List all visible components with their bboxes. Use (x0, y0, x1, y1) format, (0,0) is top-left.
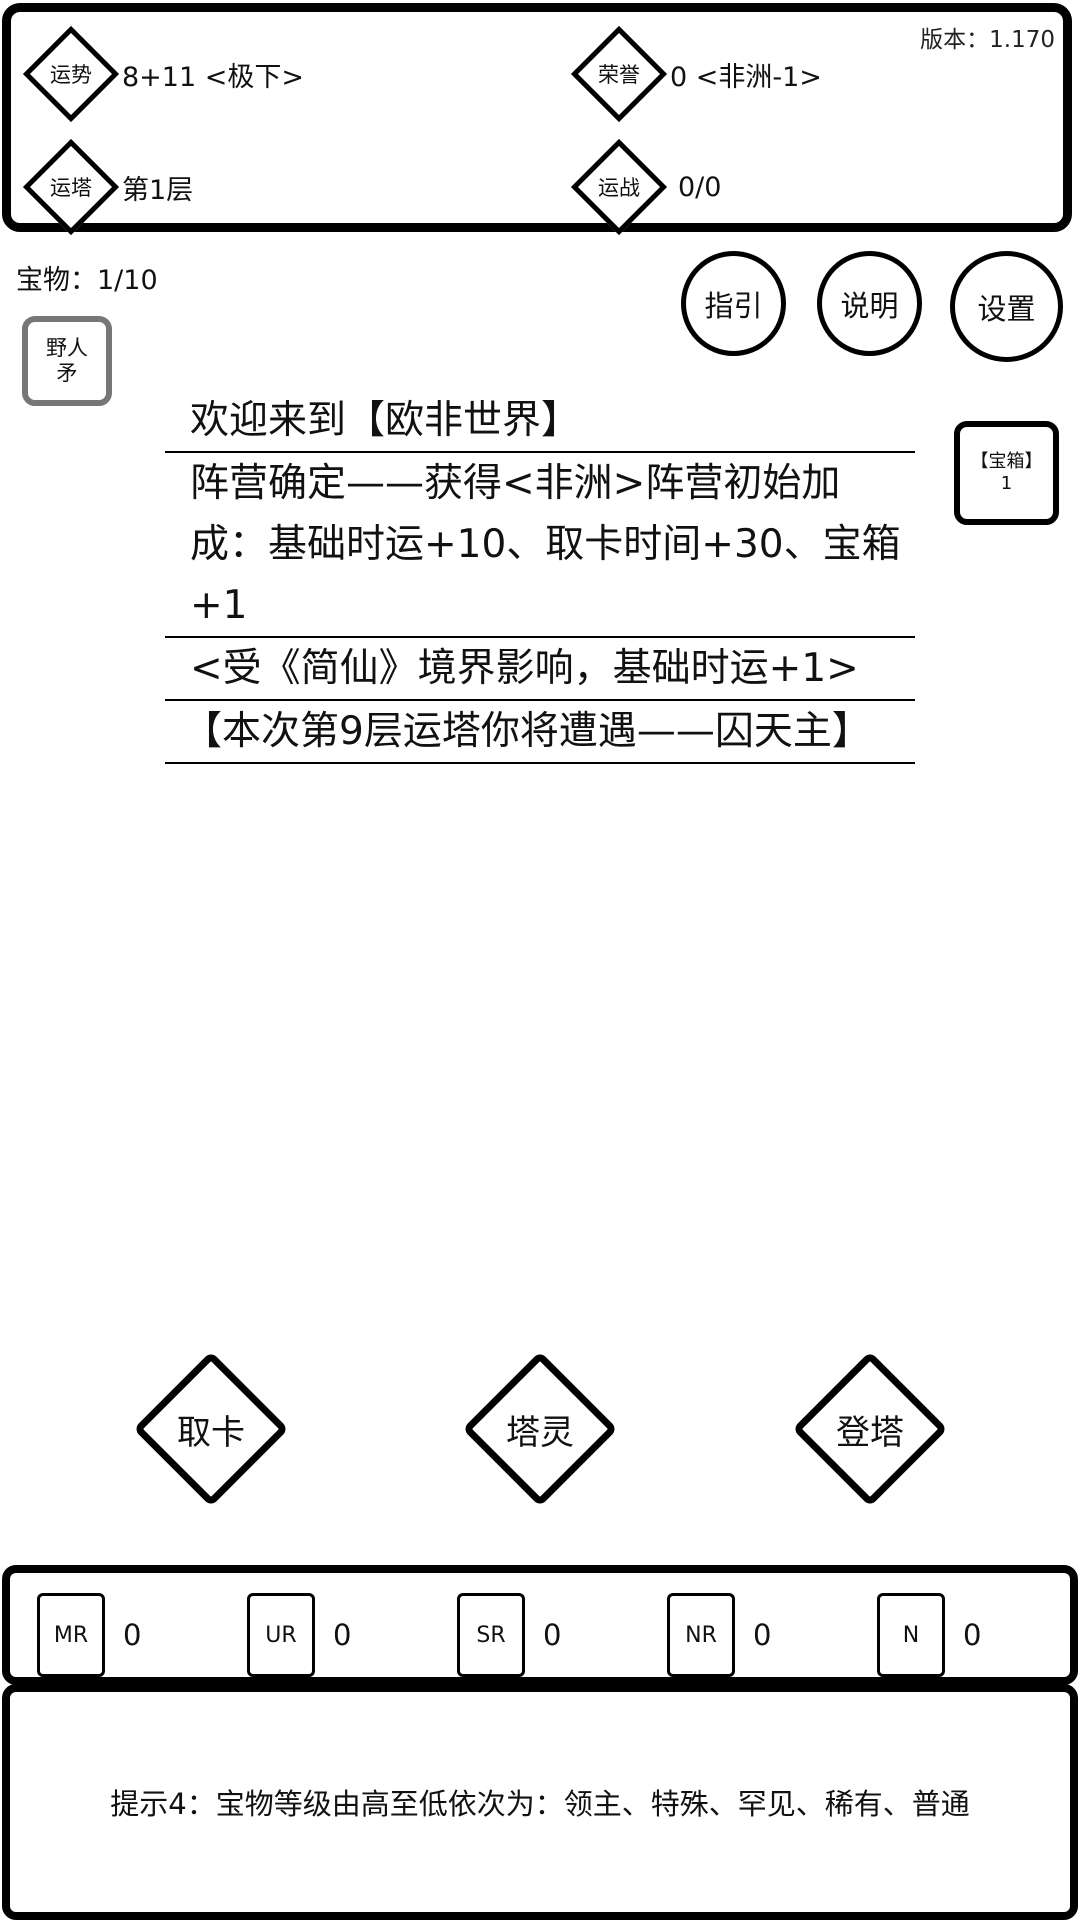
card-sr[interactable]: SR 0 (457, 1593, 561, 1677)
rarity-badge: SR (457, 1593, 525, 1677)
tip-text: 提示4：宝物等级由高至低依次为：领主、特殊、罕见、稀有、普通 (110, 1787, 970, 1821)
card-count: 0 (123, 1618, 142, 1652)
stat-battle[interactable]: 运战 0/0 (589, 157, 721, 217)
rarity-badge: N (877, 1593, 945, 1677)
settings-button[interactable]: 设置 (950, 251, 1063, 362)
chest-button[interactable]: 【宝箱】 1 (954, 421, 1059, 525)
draw-card-button[interactable]: 取卡 (138, 1356, 284, 1502)
log-line: 【本次第9层运塔你将遭遇——囚天主】 (165, 701, 915, 764)
treasure-item-spear[interactable]: 野人 矛 (22, 316, 112, 406)
rarity-badge: MR (37, 1593, 105, 1677)
status-panel: 版本：1.170 运势 8+11 <极下> 荣誉 0 <非洲-1> 运塔 第1层… (2, 3, 1072, 232)
chest-count: 1 (1000, 473, 1013, 494)
fortune-icon: 运势 (24, 27, 118, 121)
fortune-value: 8+11 <极下> (122, 61, 304, 93)
card-mr[interactable]: MR 0 (37, 1593, 141, 1677)
card-ur[interactable]: UR 0 (247, 1593, 351, 1677)
honor-icon: 荣誉 (572, 27, 666, 121)
tower-spirit-button[interactable]: 塔灵 (467, 1356, 613, 1502)
card-count: 0 (333, 1618, 352, 1652)
spear-label-line1: 野人 (46, 336, 88, 360)
tower-value: 第1层 (122, 174, 194, 206)
tower-icon: 运塔 (24, 140, 118, 234)
battle-value: 0/0 (678, 171, 722, 203)
card-count: 0 (543, 1618, 562, 1652)
card-count: 0 (963, 1618, 982, 1652)
rarity-badge: UR (247, 1593, 315, 1677)
log-line: 阵营确定——获得<非洲>阵营初始加成：基础时运+10、取卡时间+30、宝箱+1 (165, 453, 915, 638)
stat-tower[interactable]: 运塔 第1层 (41, 157, 193, 217)
spear-label-line2: 矛 (56, 361, 78, 385)
card-count: 0 (753, 1618, 772, 1652)
card-nr[interactable]: NR 0 (667, 1593, 771, 1677)
explain-button[interactable]: 说明 (817, 251, 922, 356)
treasure-count: 宝物：1/10 (16, 265, 158, 296)
log-line: 欢迎来到【欧非世界】 (165, 390, 915, 453)
battle-icon: 运战 (572, 140, 666, 234)
climb-tower-button[interactable]: 登塔 (797, 1356, 943, 1502)
log-line: <受《简仙》境界影响，基础时运+1> (165, 638, 915, 701)
chest-label: 【宝箱】 (970, 451, 1043, 472)
message-log: 欢迎来到【欧非世界】 阵营确定——获得<非洲>阵营初始加成：基础时运+10、取卡… (165, 390, 915, 764)
honor-value: 0 <非洲-1> (670, 61, 822, 93)
version-label: 版本：1.170 (920, 27, 1055, 53)
card-count-bar: MR 0 UR 0 SR 0 NR 0 N 0 (2, 1565, 1078, 1685)
stat-honor[interactable]: 荣誉 0 <非洲-1> (589, 44, 822, 104)
stat-fortune[interactable]: 运势 8+11 <极下> (41, 44, 304, 104)
card-n[interactable]: N 0 (877, 1593, 981, 1677)
rarity-badge: NR (667, 1593, 735, 1677)
tip-panel: 提示4：宝物等级由高至低依次为：领主、特殊、罕见、稀有、普通 (2, 1684, 1078, 1920)
guide-button[interactable]: 指引 (681, 251, 786, 356)
